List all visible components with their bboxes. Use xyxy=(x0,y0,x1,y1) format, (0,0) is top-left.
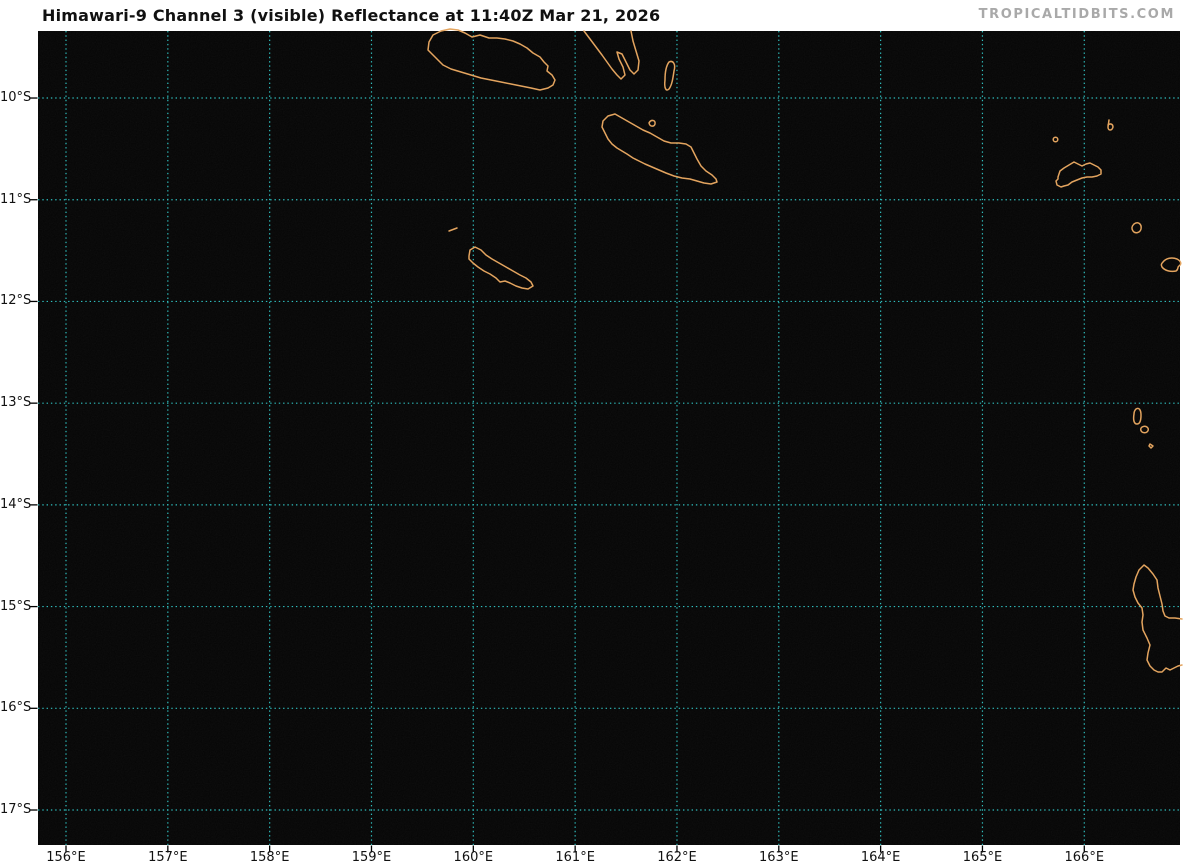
lon-tick-label: 159°E xyxy=(336,850,406,866)
lat-tick-label: 11°S xyxy=(0,192,30,208)
lat-tick-label: 17°S xyxy=(0,802,30,818)
lon-tick-label: 162°E xyxy=(642,850,712,866)
lat-tick-label: 13°S xyxy=(0,395,30,411)
lon-tick-label: 156°E xyxy=(31,850,101,866)
lon-tick-label: 161°E xyxy=(540,850,610,866)
lon-tick-label: 164°E xyxy=(846,850,916,866)
lat-tick-label: 12°S xyxy=(0,293,30,309)
lat-tick-label: 14°S xyxy=(0,497,30,513)
lon-tick-label: 166°E xyxy=(1049,850,1119,866)
lon-tick-label: 157°E xyxy=(133,850,203,866)
lat-tick-label: 16°S xyxy=(0,700,30,716)
lat-tick-label: 10°S xyxy=(0,90,30,106)
lon-tick-label: 163°E xyxy=(744,850,814,866)
lon-tick-label: 165°E xyxy=(947,850,1017,866)
lon-tick-label: 160°E xyxy=(438,850,508,866)
lon-tick-label: 158°E xyxy=(235,850,305,866)
map-noise-overlay xyxy=(38,31,1180,845)
satellite-map xyxy=(0,0,1200,867)
lat-tick-label: 15°S xyxy=(0,599,30,615)
